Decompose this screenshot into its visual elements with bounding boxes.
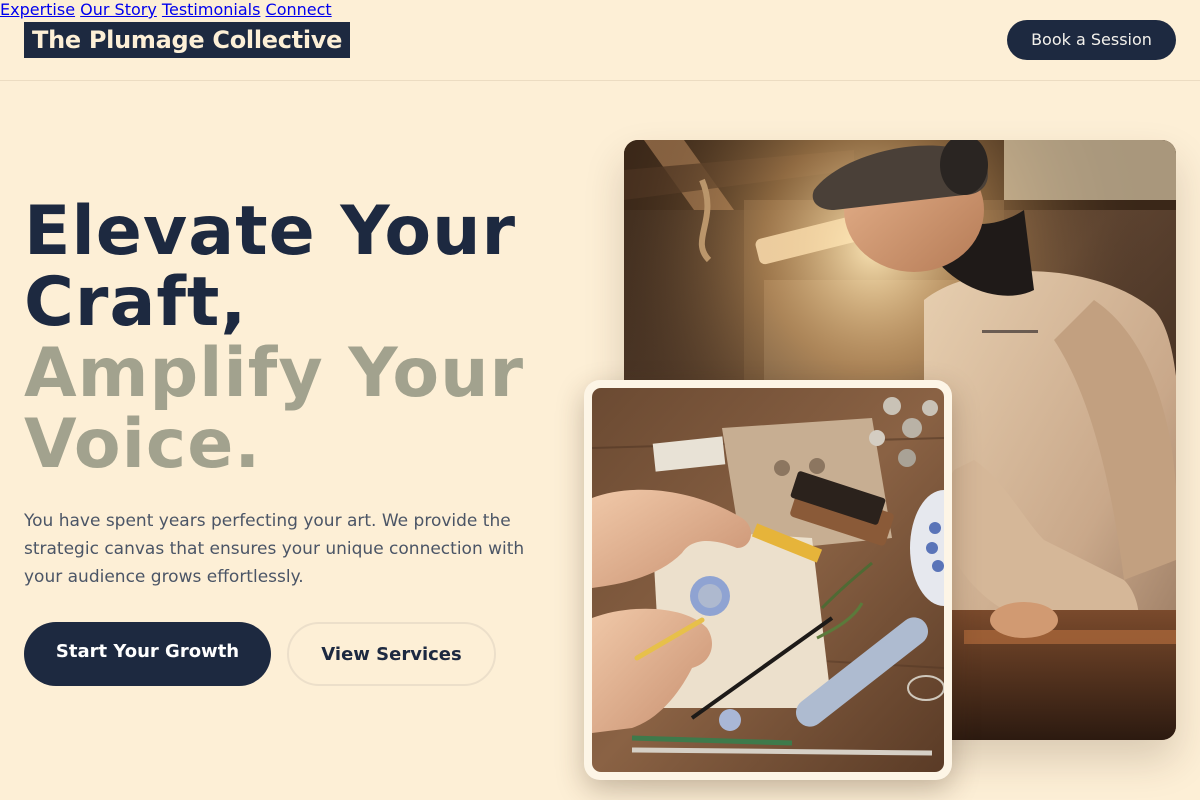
- headline-line-2: Craft,: [24, 263, 248, 342]
- brand-logo[interactable]: The Plumage Collective: [24, 22, 351, 58]
- main-nav: Expertise Our Story Testimonials Connect: [0, 0, 1200, 19]
- headline-line-1: Elevate Your: [24, 192, 517, 271]
- site-header: The Plumage Collective Expertise Our Sto…: [0, 0, 1200, 81]
- nav-link-our-story[interactable]: Our Story: [80, 0, 157, 19]
- nav-link-testimonials[interactable]: Testimonials: [162, 0, 261, 19]
- wax-seal-photo-illustration: [592, 388, 944, 772]
- headline-line-3: Amplify Your: [24, 334, 525, 413]
- nav-link-connect[interactable]: Connect: [266, 0, 332, 19]
- nav-link-expertise[interactable]: Expertise: [0, 0, 75, 19]
- inset-photo-frame: [584, 380, 952, 780]
- start-growth-button[interactable]: Start Your Growth: [24, 622, 271, 686]
- wax-seal-photo: [592, 388, 944, 772]
- hero-headline: Elevate Your Craft, Amplify Your Voice.: [24, 196, 584, 480]
- view-services-button[interactable]: View Services: [287, 622, 496, 686]
- hero-subtext: You have spent years perfecting your art…: [24, 511, 525, 587]
- headline-line-4: Voice.: [24, 405, 262, 484]
- book-session-button[interactable]: Book a Session: [1007, 20, 1176, 60]
